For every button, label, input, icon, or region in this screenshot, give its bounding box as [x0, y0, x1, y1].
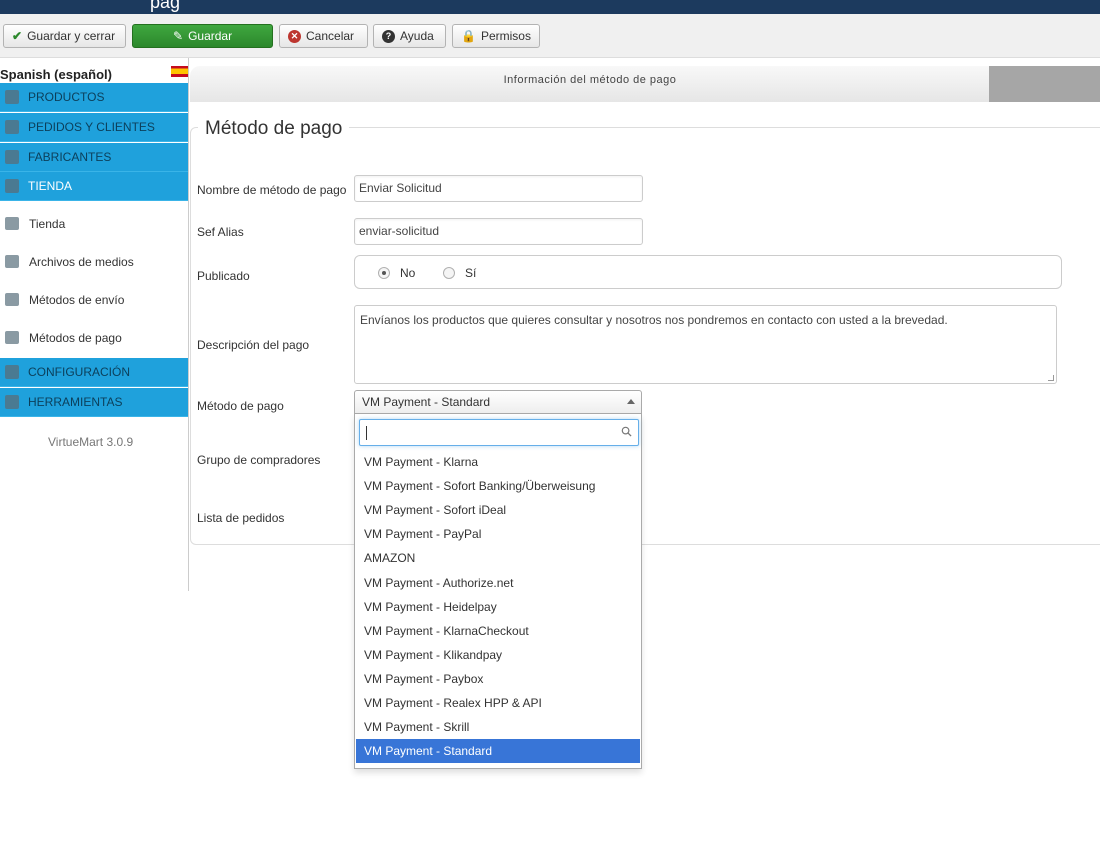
orders-icon [5, 120, 19, 134]
sidebar-section-shop[interactable]: TIENDA [0, 172, 188, 201]
sidebar: Spanish (español) PRODUCTOS PEDIDOS Y CL… [0, 58, 189, 591]
shop-icon [5, 179, 19, 193]
sidebar-section-tools[interactable]: HERRAMIENTAS [0, 388, 188, 417]
description-textarea[interactable]: Envíanos los productos que quieres consu… [354, 305, 1057, 384]
sidebar-item-label: Métodos de pago [29, 331, 122, 345]
sidebar-item-label: Tienda [29, 217, 66, 231]
cancel-icon: ✕ [288, 29, 301, 43]
wrench-icon [5, 150, 19, 164]
tools-icon [5, 395, 19, 409]
dropdown-search-input[interactable] [359, 419, 639, 446]
window-title: pag [150, 0, 181, 12]
method-dropdown: VM Payment - Klarna VM Payment - Sofort … [354, 414, 642, 769]
dropdown-option[interactable]: VM Payment - Klikandpay [356, 643, 640, 667]
permissions-button[interactable]: 🔒 Permisos [452, 24, 540, 48]
orders-label: Lista de pedidos [197, 511, 285, 525]
published-no-radio[interactable]: No [378, 266, 415, 280]
sidebar-section-orders[interactable]: PEDIDOS Y CLIENTES [0, 113, 188, 142]
save-close-button[interactable]: ✔ Guardar y cerrar [3, 24, 126, 48]
help-icon: ? [382, 29, 395, 43]
published-label: Publicado [197, 269, 250, 283]
payment-icon [5, 331, 19, 344]
description-label: Descripción del pago [197, 338, 310, 352]
version-label: VirtueMart 3.0.9 [48, 435, 134, 449]
radio-checked-icon [378, 267, 390, 279]
resize-grip-icon[interactable] [1048, 375, 1054, 381]
edit-icon: ✎ [173, 29, 184, 43]
dropdown-option[interactable]: VM Payment - Klarna [356, 450, 640, 474]
language-label: Spanish (español) [0, 67, 112, 82]
text-caret [366, 426, 367, 440]
sidebar-item-label: Métodos de envío [29, 293, 125, 307]
dropdown-option-selected[interactable]: VM Payment - Standard [356, 739, 640, 763]
help-button[interactable]: ? Ayuda [373, 24, 446, 48]
cancel-label: Cancelar [306, 29, 355, 43]
permissions-label: Permisos [480, 29, 531, 43]
method-selected-value: VM Payment - Standard [362, 395, 491, 409]
sidebar-item-shipping[interactable]: Métodos de envío [0, 281, 188, 319]
dropdown-option[interactable]: VM Payment - PayPal [356, 522, 640, 546]
description-text: Envíanos los productos que quieres consu… [360, 313, 948, 327]
products-icon [5, 90, 19, 104]
dropdown-option[interactable]: VM Payment - Heidelpay [356, 595, 640, 619]
cancel-button[interactable]: ✕ Cancelar [279, 24, 368, 48]
spain-flag-icon[interactable] [171, 66, 188, 77]
store-icon [5, 217, 19, 230]
sidebar-section-config[interactable]: CONFIGURACIÓN [0, 358, 188, 387]
title-bar: pag [0, 0, 1100, 14]
dropdown-option[interactable]: VM Payment - Skrill [356, 715, 640, 739]
help-label: Ayuda [400, 29, 434, 43]
sidebar-item-payment[interactable]: Métodos de pago [0, 319, 188, 357]
tab-payment-info[interactable]: Información del método de pago [190, 74, 990, 86]
published-yes-radio[interactable]: Sí [443, 266, 476, 280]
sidebar-section-label: CONFIGURACIÓN [28, 365, 130, 379]
sidebar-section-label: HERRAMIENTAS [28, 395, 123, 409]
dropdown-option[interactable]: VM Payment - Paybox [356, 667, 640, 691]
name-input[interactable]: Enviar Solicitud [354, 175, 643, 202]
save-close-label: Guardar y cerrar [27, 29, 116, 43]
sidebar-section-label: TIENDA [28, 179, 73, 193]
save-button[interactable]: ✎ Guardar [132, 24, 273, 48]
tab-secondary[interactable] [989, 66, 1100, 102]
search-icon [621, 426, 632, 437]
radio-unchecked-icon [443, 267, 455, 279]
group-label: Grupo de compradores [197, 453, 321, 467]
method-label: Método de pago [197, 399, 284, 413]
sidebar-item-media[interactable]: Archivos de medios [0, 243, 188, 281]
lock-icon: 🔒 [461, 29, 476, 43]
alias-input[interactable]: enviar-solicitud [354, 218, 643, 245]
alias-label: Sef Alias [197, 225, 244, 239]
chevron-up-icon [627, 399, 635, 404]
toolbar: ✔ Guardar y cerrar ✎ Guardar ✕ Cancelar … [0, 14, 1100, 58]
sidebar-section-label: PEDIDOS Y CLIENTES [28, 120, 155, 134]
sidebar-section-label: FABRICANTES [28, 150, 112, 164]
dropdown-option[interactable]: VM Payment - Realex HPP & API [356, 691, 640, 715]
method-select[interactable]: VM Payment - Standard [354, 390, 642, 414]
dropdown-option[interactable]: VM Payment - Authorize.net [356, 571, 640, 595]
name-label: Nombre de método de pago [197, 183, 347, 197]
save-label: Guardar [188, 29, 233, 43]
media-icon [5, 255, 19, 268]
dropdown-option[interactable]: AMAZON [356, 546, 640, 570]
sidebar-section-products[interactable]: PRODUCTOS [0, 83, 188, 112]
config-icon [5, 365, 19, 379]
fieldset-legend: Método de pago [198, 118, 350, 140]
check-icon: ✔ [12, 29, 23, 43]
radio-label: No [400, 266, 416, 280]
radio-label: Sí [465, 266, 477, 280]
dropdown-option[interactable]: VM Payment - Sofort Banking/Überweisung [356, 474, 640, 498]
sidebar-item-shop[interactable]: Tienda [0, 205, 188, 243]
sidebar-item-label: Archivos de medios [29, 255, 134, 269]
sidebar-section-label: PRODUCTOS [28, 90, 105, 104]
truck-icon [5, 293, 19, 306]
dropdown-option[interactable]: VM Payment - KlarnaCheckout [356, 619, 640, 643]
dropdown-option[interactable]: VM Payment - Sofort iDeal [356, 498, 640, 522]
sidebar-section-manufacturers[interactable]: FABRICANTES [0, 143, 188, 172]
